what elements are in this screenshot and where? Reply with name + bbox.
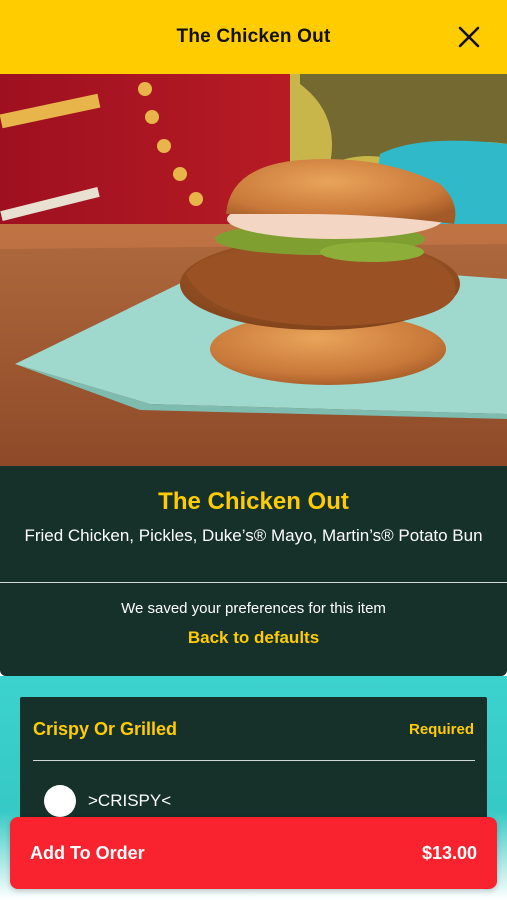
divider <box>0 582 507 583</box>
option-group-title: Crispy Or Grilled <box>33 719 178 739</box>
back-to-defaults-link[interactable]: Back to defaults <box>0 628 507 648</box>
option-divider <box>33 760 475 761</box>
add-to-order-button[interactable]: Add To Order $13.00 <box>10 817 497 889</box>
header-title: The Chicken Out <box>176 26 331 47</box>
option-choice-label: >CRISPY< <box>88 791 172 810</box>
item-description: Fried Chicken, Pickles, Duke’s® Mayo, Ma… <box>24 526 483 545</box>
add-to-order-label: Add To Order <box>30 842 145 863</box>
radio-button[interactable] <box>44 785 76 817</box>
preferences-note: We saved your preferences for this item <box>121 600 386 617</box>
hero-image <box>0 74 507 466</box>
fried-chicken-sandwich-photo <box>0 74 507 466</box>
order-price: $13.00 <box>421 842 477 863</box>
option-choice-crispy[interactable]: >CRISPY< <box>44 785 171 817</box>
option-group-crispy-or-grilled: Crispy Or Grilled Required >CRISPY< <box>20 697 487 837</box>
item-title: The Chicken Out <box>158 488 349 515</box>
required-badge: Required <box>408 721 474 738</box>
close-button[interactable] <box>455 23 483 51</box>
header-bar: The Chicken Out <box>0 0 507 74</box>
close-icon <box>458 26 480 48</box>
item-info-panel: The Chicken Out Fried Chicken, Pickles, … <box>0 466 507 676</box>
